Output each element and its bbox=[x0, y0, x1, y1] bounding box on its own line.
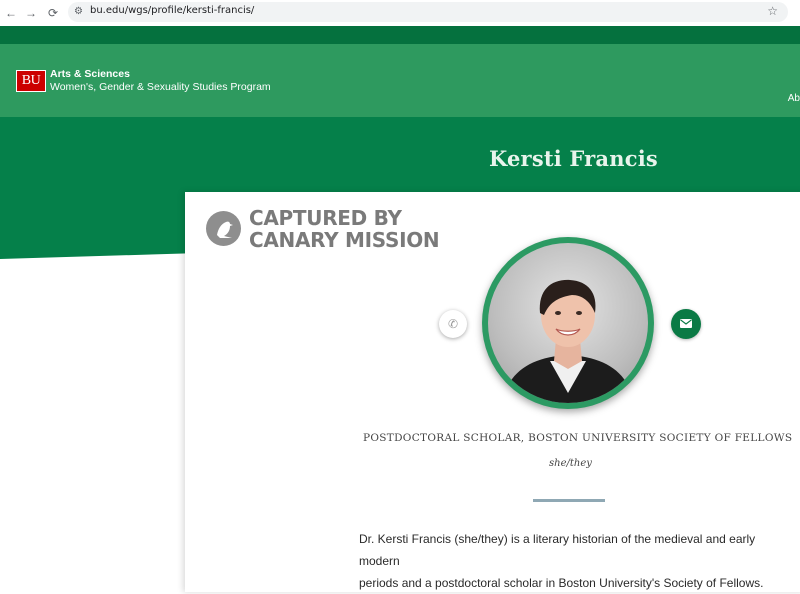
profile-role: POSTDOCTORAL SCHOLAR, BOSTON UNIVERSITY … bbox=[363, 432, 793, 444]
bu-logo[interactable]: BU bbox=[16, 70, 46, 92]
utility-strip bbox=[0, 26, 800, 44]
college-name[interactable]: Arts & Sciences bbox=[50, 68, 130, 80]
bio-line: periods and a postdoctoral scholar in Bo… bbox=[359, 576, 764, 590]
email-button[interactable] bbox=[671, 309, 701, 339]
profile-bio: Dr. Kersti Francis (she/they) is a liter… bbox=[359, 528, 789, 594]
profile-photo-frame bbox=[482, 237, 654, 409]
profile-photo bbox=[488, 243, 648, 403]
reload-icon[interactable]: ⟳ bbox=[44, 4, 62, 22]
back-icon[interactable]: ← bbox=[2, 4, 20, 22]
canary-watermark-text: CAPTURED BY CANARY MISSION bbox=[249, 206, 440, 252]
browser-toolbar: ← → ⟳ ⚙ bu.edu/wgs/profile/kersti-franci… bbox=[0, 0, 800, 27]
forward-icon[interactable]: → bbox=[22, 4, 40, 22]
profile-pronouns: she/they bbox=[549, 458, 592, 469]
url-text[interactable]: bu.edu/wgs/profile/kersti-francis/ bbox=[90, 5, 254, 16]
nav-item-about[interactable]: Ab bbox=[788, 93, 800, 104]
page-title: Kersti Francis bbox=[489, 146, 658, 171]
section-divider bbox=[533, 499, 605, 502]
bio-line: Dr. Kersti Francis (she/they) is a liter… bbox=[359, 532, 756, 568]
phone-icon: ✆ bbox=[447, 317, 459, 331]
site-header: BU Arts & Sciences Women's, Gender & Sex… bbox=[0, 44, 800, 117]
program-name[interactable]: Women's, Gender & Sexuality Studies Prog… bbox=[50, 81, 271, 93]
address-bar[interactable]: ⚙ bu.edu/wgs/profile/kersti-francis/ ☆ bbox=[68, 2, 788, 22]
canary-logo-icon bbox=[206, 211, 241, 246]
phone-button[interactable]: ✆ bbox=[439, 310, 467, 338]
site-settings-icon[interactable]: ⚙ bbox=[74, 6, 83, 17]
canary-line1: CAPTURED BY bbox=[249, 206, 402, 230]
canary-line2: CANARY MISSION bbox=[249, 228, 440, 252]
mail-icon bbox=[680, 319, 692, 328]
bookmark-star-icon[interactable]: ☆ bbox=[767, 4, 778, 18]
